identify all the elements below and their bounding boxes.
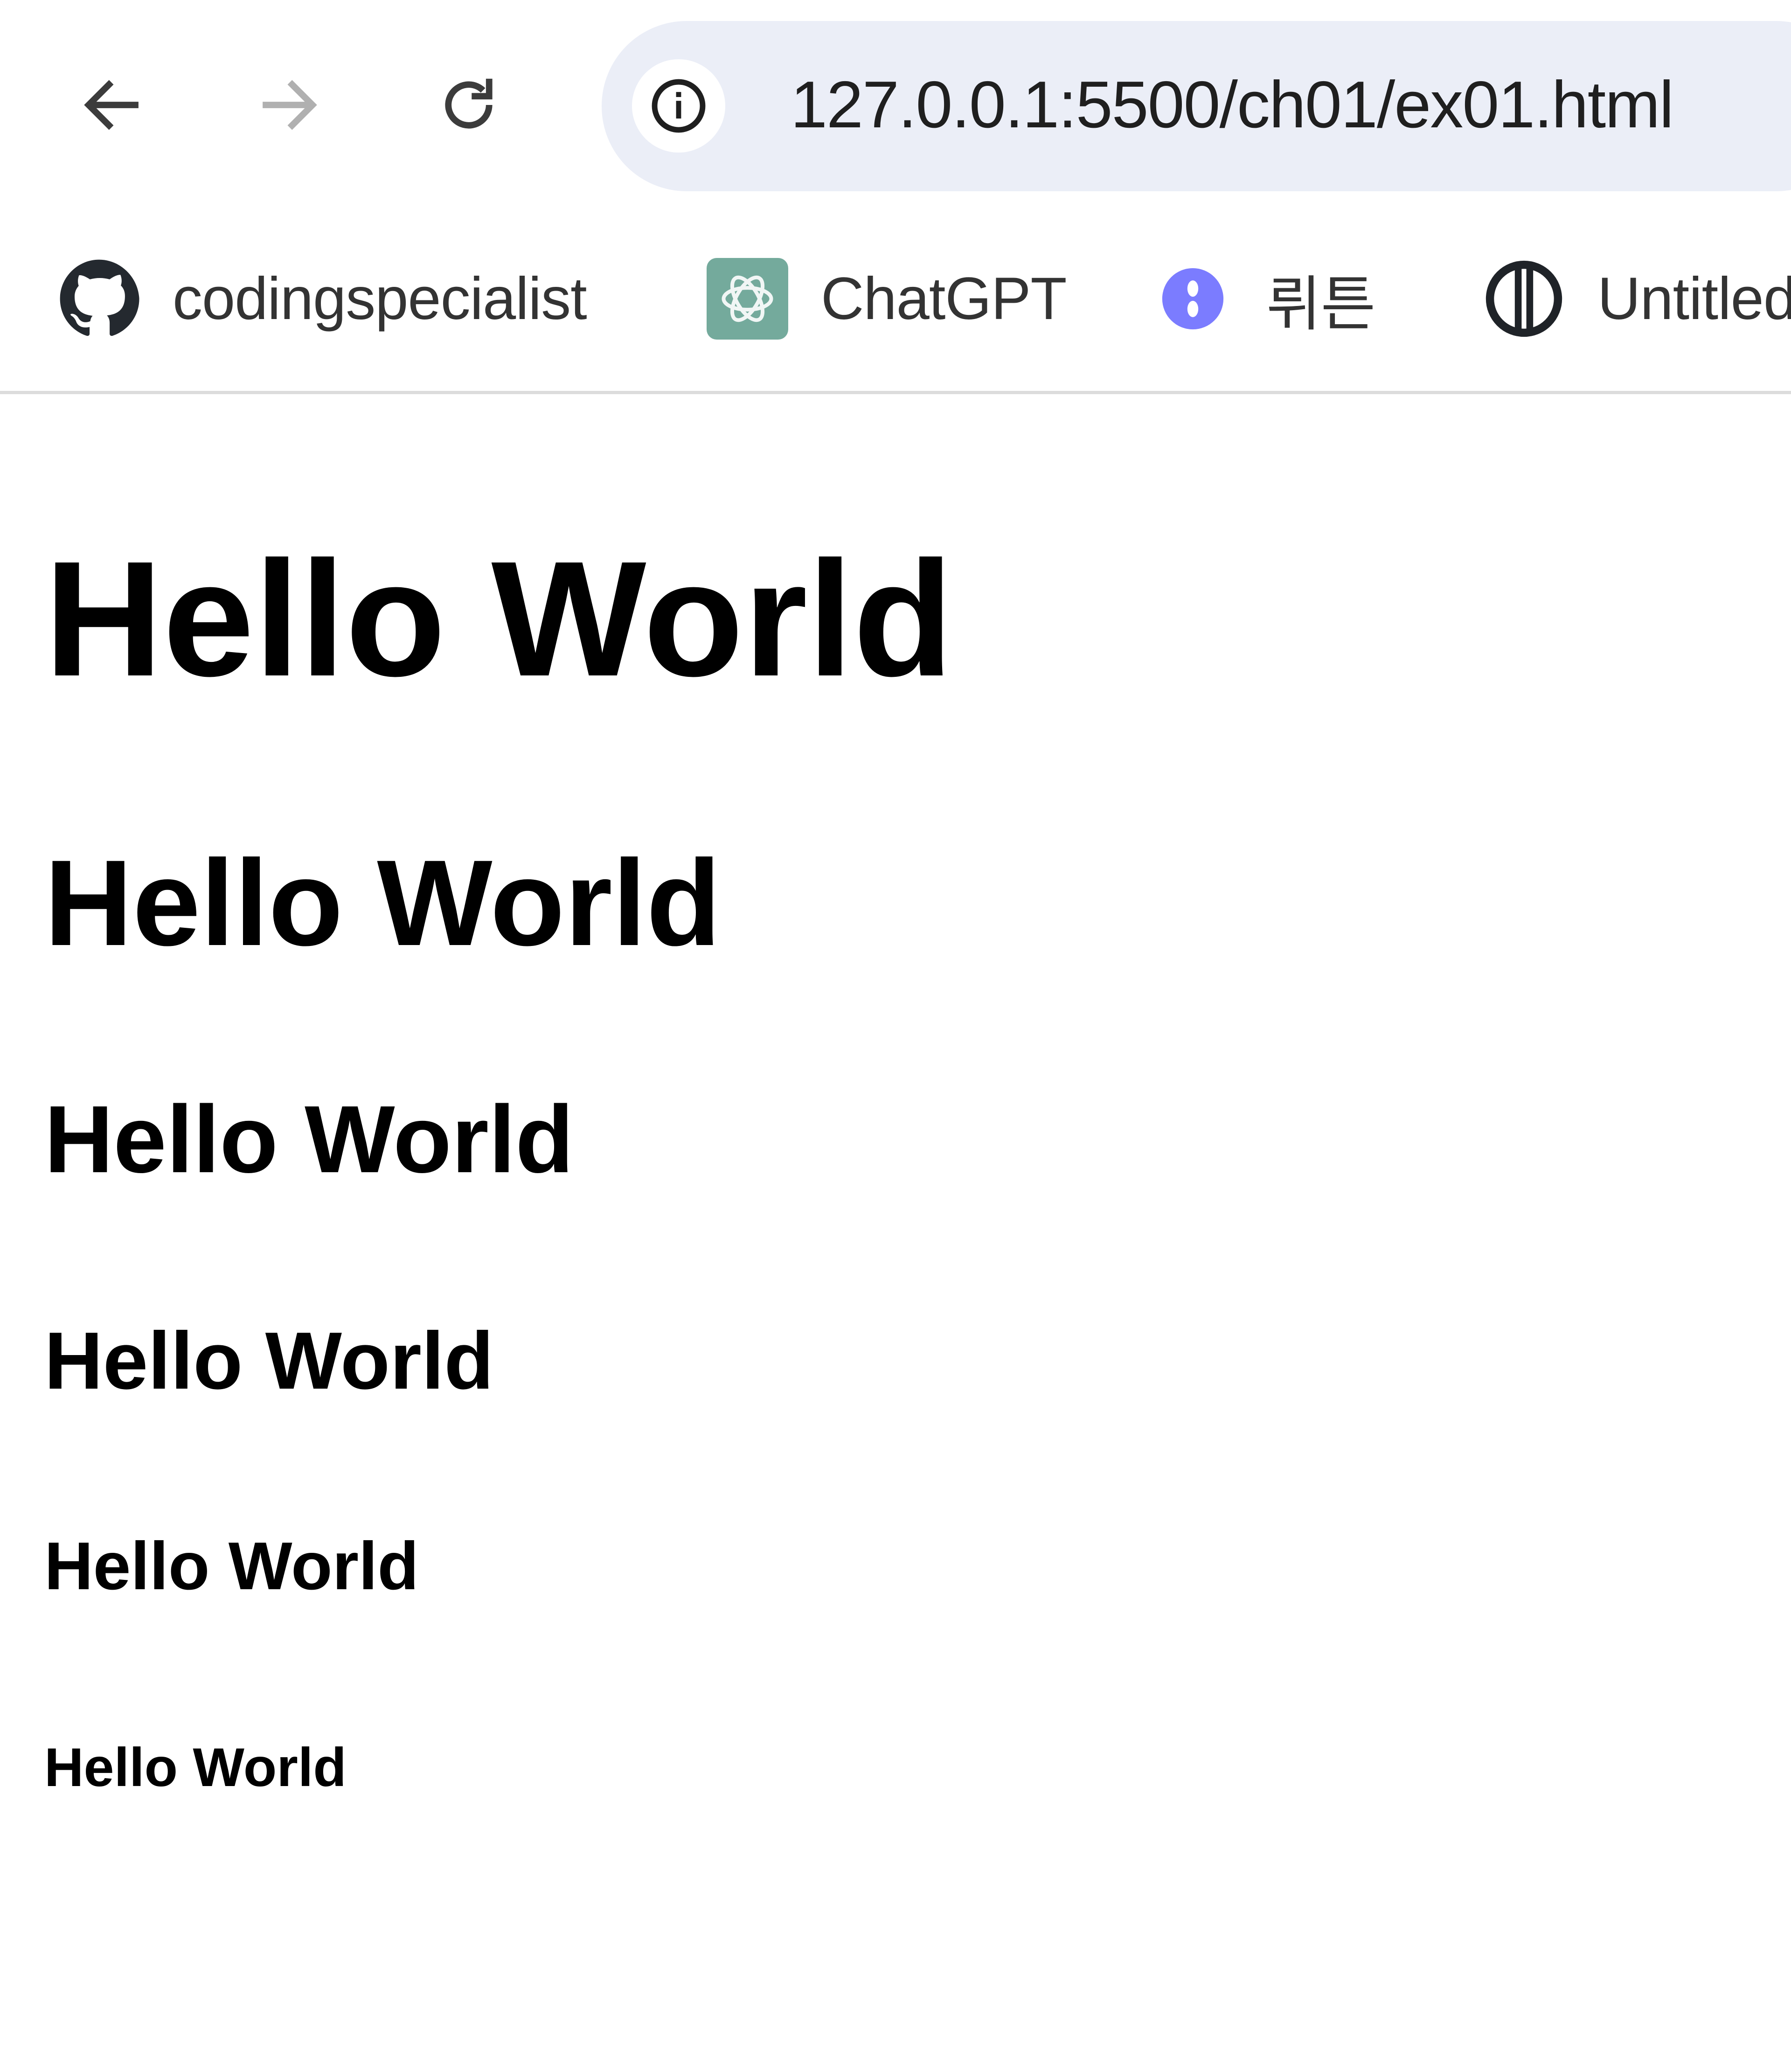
address-bar[interactable]: 127.0.0.1:5500/ch01/ex01.html	[602, 21, 1791, 191]
url-text: 127.0.0.1:5500/ch01/ex01.html	[791, 68, 1674, 142]
info-icon	[652, 79, 706, 133]
bookmark-label: codingspecialist	[173, 265, 587, 332]
bookmark-chatgpt[interactable]: ChatGPT	[707, 257, 1067, 341]
reload-icon	[445, 78, 493, 129]
arrow-left-icon	[84, 80, 139, 130]
heading-h5: Hello World	[44, 1528, 419, 1604]
forward-button[interactable]	[245, 61, 333, 149]
bookmark-label: Untitled	[1597, 265, 1791, 332]
site-info-button[interactable]	[632, 59, 725, 153]
bookmark-codingspecialist[interactable]: codingspecialist	[58, 257, 587, 341]
reload-button[interactable]	[424, 61, 513, 149]
back-button[interactable]	[68, 61, 156, 149]
bookmark-wrtn[interactable]: 뤼튼	[1152, 257, 1376, 341]
browser-toolbar: 127.0.0.1:5500/ch01/ex01.html	[0, 0, 1791, 210]
untitled-icon	[1483, 258, 1565, 340]
heading-h4: Hello World	[44, 1315, 494, 1406]
heading-h2: Hello World	[44, 834, 721, 971]
heading-h1: Hello World	[44, 527, 954, 710]
github-icon	[58, 258, 140, 340]
bookmarks-bar: codingspecialist ChatGPT 뤼튼 Untitled	[0, 210, 1791, 392]
arrow-right-icon	[263, 80, 317, 130]
heading-h3: Hello World	[44, 1086, 574, 1193]
bookmark-label: 뤼튼	[1266, 271, 1376, 338]
bookmark-untitled[interactable]: Untitled	[1483, 257, 1791, 341]
toolbar-divider	[0, 391, 1791, 394]
wrtn-icon	[1152, 258, 1234, 340]
chatgpt-icon	[707, 257, 788, 340]
bookmark-label: ChatGPT	[821, 265, 1067, 332]
heading-h6: Hello World	[44, 1737, 347, 1798]
